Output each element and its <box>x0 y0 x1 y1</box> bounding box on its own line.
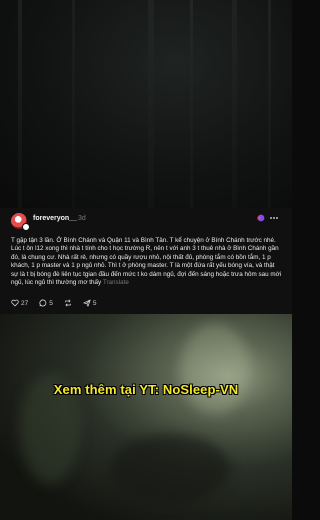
comment-button[interactable]: 5 <box>39 299 53 307</box>
post-actions: 27 5 5 <box>11 299 96 307</box>
threads-post-card: foreveryon__ 3d T gặp tận 3 lần. Ở Bình … <box>0 208 292 314</box>
reaction-icon[interactable] <box>256 214 266 222</box>
like-count: 27 <box>21 299 29 307</box>
share-count: 5 <box>92 299 97 307</box>
heart-icon <box>11 299 19 307</box>
translate-link[interactable]: Translate <box>103 279 129 286</box>
like-button[interactable]: 27 <box>11 299 28 307</box>
promo-caption: Xem thêm tại YT: NoSleep-VN <box>53 382 239 397</box>
post-body: T gặp tận 3 lần. Ở Bình Chánh và Quận 11… <box>11 237 283 287</box>
comment-count: 5 <box>49 299 53 307</box>
video-frame-top <box>0 0 292 208</box>
repost-button[interactable] <box>64 299 72 307</box>
share-icon <box>83 299 91 307</box>
post-time: 3d <box>78 215 86 222</box>
repost-icon <box>65 299 71 307</box>
username[interactable]: foreveryon__ <box>33 215 77 222</box>
video-frame-bottom <box>0 314 292 520</box>
post-body-text: T gặp tận 3 lần. Ở Bình Chánh và Quận 11… <box>11 237 282 287</box>
comment-icon <box>39 299 47 307</box>
more-icon[interactable] <box>270 214 280 222</box>
follow-badge-icon[interactable] <box>22 223 30 231</box>
share-button[interactable]: 5 <box>83 299 97 307</box>
